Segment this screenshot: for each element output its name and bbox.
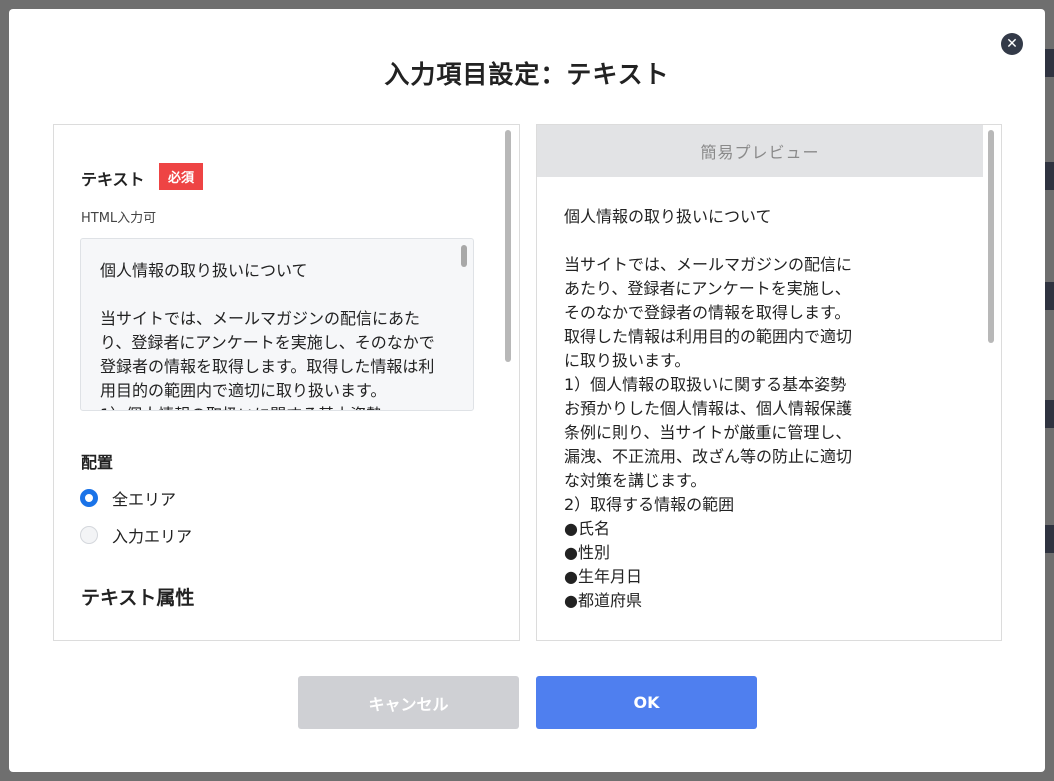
preview-header: 簡易プレビュー bbox=[537, 125, 983, 177]
cancel-button[interactable]: キャンセル bbox=[298, 676, 519, 729]
text-input[interactable]: 個人情報の取り扱いについて 当サイトでは、メールマガジンの配信にあたり、登録者に… bbox=[80, 238, 474, 411]
form-panel: テキスト 必須 HTML入力可 個人情報の取り扱いについて 当サイトでは、メール… bbox=[53, 124, 520, 641]
background-page-element bbox=[1044, 282, 1054, 310]
radio-unselected-icon[interactable] bbox=[80, 526, 98, 544]
close-icon: ✕ bbox=[1006, 36, 1018, 52]
background-page-element bbox=[1044, 49, 1054, 77]
background-page-element bbox=[1044, 525, 1054, 553]
radio-label: 入力エリア bbox=[112, 527, 193, 546]
radio-selected-icon[interactable] bbox=[80, 489, 98, 507]
placement-option-all-area[interactable]: 全エリア bbox=[80, 486, 176, 510]
preview-panel-scrollbar[interactable] bbox=[988, 130, 994, 343]
text-attributes-title: テキスト属性 bbox=[81, 587, 195, 609]
ok-button[interactable]: OK bbox=[536, 676, 757, 729]
required-badge: 必須 bbox=[159, 163, 204, 190]
background-page-element bbox=[1044, 162, 1054, 190]
text-input-scrollbar[interactable] bbox=[461, 245, 467, 267]
close-button[interactable]: ✕ bbox=[1001, 33, 1023, 55]
form-panel-scrollbar[interactable] bbox=[505, 130, 511, 362]
preview-panel: 簡易プレビュー 個人情報の取り扱いについて 当サイトでは、メールマガジンの配信に… bbox=[536, 124, 1002, 641]
text-field-label: テキスト bbox=[81, 170, 145, 189]
dialog-title: 入力項目設定：テキスト bbox=[384, 60, 670, 89]
html-allowed-hint: HTML入力可 bbox=[81, 211, 157, 226]
background-page-element bbox=[1044, 400, 1054, 428]
text-input-value: 個人情報の取り扱いについて 当サイトでは、メールマガジンの配信にあたり、登録者に… bbox=[100, 261, 435, 410]
placement-label: 配置 bbox=[81, 453, 114, 472]
preview-content: 個人情報の取り扱いについて 当サイトでは、メールマガジンの配信にあたり、登録者に… bbox=[564, 207, 853, 610]
placement-option-input-area[interactable]: 入力エリア bbox=[80, 523, 192, 547]
settings-dialog: ✕ 入力項目設定：テキスト テキスト 必須 HTML入力可 個人情報の取り扱いに… bbox=[9, 9, 1045, 772]
radio-label: 全エリア bbox=[112, 490, 177, 509]
